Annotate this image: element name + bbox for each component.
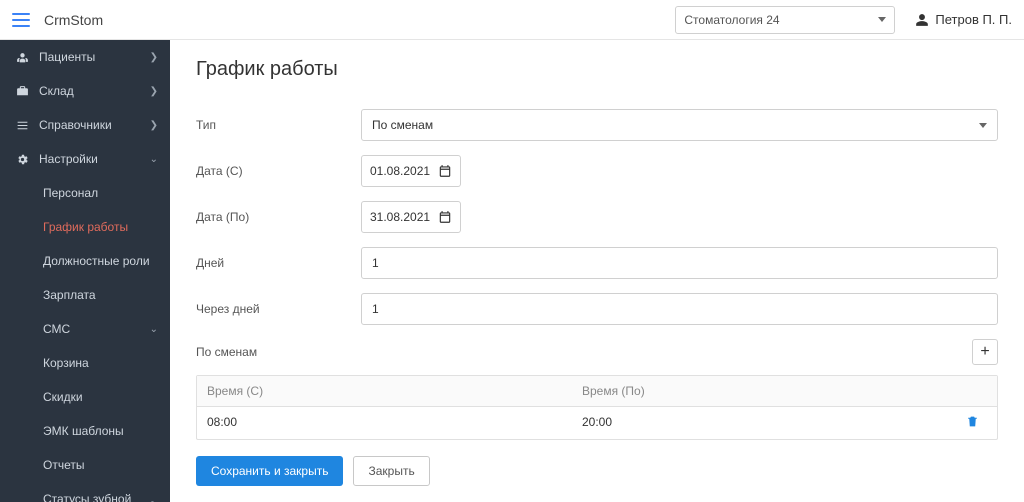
chevron-right-icon: ❯ bbox=[150, 120, 158, 131]
sidebar-subitem-label: Корзина bbox=[43, 356, 89, 370]
sidebar-item-directories[interactable]: Справочники ❯ bbox=[0, 108, 170, 142]
sidebar-item-label: Справочники bbox=[39, 118, 112, 132]
close-button[interactable]: Закрыть bbox=[353, 456, 429, 486]
label-shifts: По сменам bbox=[196, 345, 361, 359]
chevron-down-icon bbox=[878, 17, 886, 22]
calendar-icon bbox=[438, 210, 452, 224]
delete-row-button[interactable] bbox=[966, 417, 979, 431]
sidebar-subitem-sms[interactable]: СМС ⌄ bbox=[0, 312, 170, 346]
user-menu[interactable]: Петров П. П. bbox=[915, 12, 1012, 27]
chevron-down-icon: ⌄ bbox=[150, 324, 158, 335]
label-type: Тип bbox=[196, 118, 361, 132]
date-from-input[interactable]: 01.08.2021 bbox=[361, 155, 461, 187]
through-days-input[interactable]: 1 bbox=[361, 293, 998, 325]
sidebar-item-label: Пациенты bbox=[39, 50, 95, 64]
sidebar-item-warehouse[interactable]: Склад ❯ bbox=[0, 74, 170, 108]
organization-selected-value: Стоматология 24 bbox=[684, 13, 779, 27]
sidebar-item-patients[interactable]: Пациенты ❯ bbox=[0, 40, 170, 74]
label-date-to: Дата (По) bbox=[196, 210, 361, 224]
chevron-right-icon: ❯ bbox=[150, 52, 158, 63]
th-actions bbox=[947, 376, 997, 406]
date-to-value: 31.08.2021 bbox=[370, 210, 430, 224]
cell-time-from[interactable]: 08:00 bbox=[197, 407, 572, 439]
organization-select[interactable]: Стоматология 24 bbox=[675, 6, 895, 34]
sidebar-subitem-label: Должностные роли bbox=[43, 254, 150, 268]
th-time-from: Время (С) bbox=[197, 376, 572, 406]
sidebar-subitem-label: СМС bbox=[43, 322, 70, 336]
label-through-days: Через дней bbox=[196, 302, 361, 316]
add-shift-button[interactable]: + bbox=[972, 339, 998, 365]
type-select-value: По сменам bbox=[372, 118, 433, 132]
sidebar-subitem-tooth-statuses[interactable]: Статусы зубной карты ❯ bbox=[0, 482, 170, 502]
page-title: График работы bbox=[196, 58, 998, 81]
days-input[interactable]: 1 bbox=[361, 247, 998, 279]
sidebar-item-label: Склад bbox=[39, 84, 74, 98]
calendar-icon bbox=[438, 164, 452, 178]
label-date-from: Дата (С) bbox=[196, 164, 361, 178]
date-to-input[interactable]: 31.08.2021 bbox=[361, 201, 461, 233]
chevron-down-icon bbox=[979, 123, 987, 128]
sidebar-subitem-label: Статусы зубной карты bbox=[43, 492, 140, 502]
warehouse-icon bbox=[15, 84, 29, 98]
label-days: Дней bbox=[196, 256, 361, 270]
days-value: 1 bbox=[372, 256, 379, 270]
sidebar-subitem-roles[interactable]: Должностные роли bbox=[0, 244, 170, 278]
sidebar-subitem-reports[interactable]: Отчеты bbox=[0, 448, 170, 482]
sidebar: Пациенты ❯ Склад ❯ Справочники ❯ Настрой… bbox=[0, 40, 170, 502]
sidebar-subitem-label: Зарплата bbox=[43, 288, 96, 302]
user-icon bbox=[915, 13, 929, 27]
shifts-table: Время (С) Время (По) 08:00 20:00 bbox=[196, 375, 998, 440]
sidebar-subitem-salary[interactable]: Зарплата bbox=[0, 278, 170, 312]
sidebar-subitem-discounts[interactable]: Скидки bbox=[0, 380, 170, 414]
chevron-right-icon: ❯ bbox=[150, 86, 158, 97]
table-row: 08:00 20:00 bbox=[197, 407, 997, 439]
sidebar-subitem-emk-templates[interactable]: ЭМК шаблоны bbox=[0, 414, 170, 448]
save-close-button[interactable]: Сохранить и закрыть bbox=[196, 456, 343, 486]
menu-toggle-button[interactable] bbox=[12, 13, 30, 27]
sidebar-item-settings[interactable]: Настройки ⌄ bbox=[0, 142, 170, 176]
sidebar-subitem-label: Персонал bbox=[43, 186, 98, 200]
sidebar-subitem-label: Скидки bbox=[43, 390, 83, 404]
main-content: График работы Тип По сменам Дата (С) 01.… bbox=[170, 40, 1024, 502]
sidebar-subitem-personnel[interactable]: Персонал bbox=[0, 176, 170, 210]
patients-icon bbox=[15, 50, 29, 64]
topbar: CrmStom Стоматология 24 Петров П. П. bbox=[0, 0, 1024, 40]
brand-title: CrmStom bbox=[44, 12, 103, 28]
plus-icon: + bbox=[980, 343, 989, 361]
sidebar-item-label: Настройки bbox=[39, 152, 98, 166]
sidebar-subitem-label: Отчеты bbox=[43, 458, 84, 472]
date-from-value: 01.08.2021 bbox=[370, 164, 430, 178]
sidebar-subitem-schedule[interactable]: График работы bbox=[0, 210, 170, 244]
type-select[interactable]: По сменам bbox=[361, 109, 998, 141]
chevron-down-icon: ⌄ bbox=[150, 154, 158, 165]
user-name: Петров П. П. bbox=[935, 12, 1012, 27]
through-days-value: 1 bbox=[372, 302, 379, 316]
sidebar-subitem-trash[interactable]: Корзина bbox=[0, 346, 170, 380]
th-time-to: Время (По) bbox=[572, 376, 947, 406]
gear-icon bbox=[15, 152, 29, 166]
list-icon bbox=[15, 118, 29, 132]
cell-time-to[interactable]: 20:00 bbox=[572, 407, 947, 439]
sidebar-subitem-label: ЭМК шаблоны bbox=[43, 424, 124, 438]
sidebar-subitem-label: График работы bbox=[43, 220, 128, 234]
